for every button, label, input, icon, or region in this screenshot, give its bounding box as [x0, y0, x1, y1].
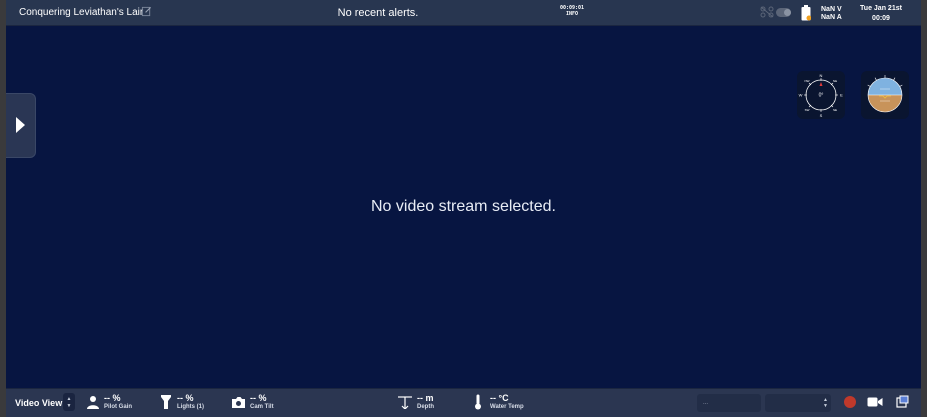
lights-widget[interactable]: -- % Lights (1) [177, 394, 204, 411]
pilot-gain-label: Pilot Gain [104, 404, 133, 410]
stream-select[interactable]: ... [697, 394, 761, 412]
log-level: INFO [565, 11, 579, 17]
clock: Tue Jan 21st 00:09 [856, 4, 906, 24]
chevron-down-icon: ▼ [823, 403, 828, 409]
chevron-right-icon [16, 117, 25, 133]
top-bar: Conquering Leviathan's Lair No recent al… [6, 0, 921, 26]
compass-w: W [799, 93, 803, 98]
cam-tilt-label: Cam Tilt [250, 404, 274, 410]
attitude-indicator-icon [867, 75, 903, 113]
chevron-down-icon: ▼ [66, 403, 72, 409]
view-selector-label[interactable]: Video View [15, 398, 62, 408]
record-button[interactable] [844, 396, 856, 408]
no-video-message: No video stream selected. [371, 198, 556, 215]
water-temp-value: -- °C [490, 393, 509, 403]
view-selector-stepper[interactable]: ▲ ▼ [63, 393, 75, 411]
flashlight-icon [161, 395, 171, 409]
pilot-gain-widget[interactable]: -- % Pilot Gain [104, 394, 132, 411]
battery-icon [801, 5, 811, 21]
log-widget[interactable]: 00:09:01 INFO [554, 5, 590, 17]
attitude-indicator-widget[interactable] [861, 71, 909, 119]
water-temp-label: Water Temp [490, 404, 524, 410]
camera-tilt-icon [232, 397, 245, 408]
depth-widget[interactable]: -- m Depth [417, 394, 434, 411]
compass-n: N [820, 73, 823, 78]
video-camera-icon[interactable] [867, 396, 883, 408]
thermometer-icon [475, 394, 481, 410]
lights-label: Lights (1) [177, 404, 204, 410]
water-temp-widget[interactable]: -- °C Water Temp [490, 394, 524, 411]
compass-e: E [840, 93, 843, 98]
cam-tilt-widget[interactable]: -- % Cam Tilt [250, 394, 274, 411]
depth-value: -- m [417, 393, 434, 403]
compass-se: SE [833, 108, 837, 112]
main-window: Conquering Leviathan's Lair No recent al… [6, 0, 921, 417]
bottom-bar: Video View ▲ ▼ -- % Pilot Gain -- % Ligh… [6, 388, 921, 417]
compass-s: S [820, 113, 823, 118]
vehicle-disconnected-icon [760, 6, 774, 18]
popout-window-icon[interactable] [896, 395, 909, 408]
sidebar-toggle-button[interactable] [6, 93, 36, 158]
profile-select[interactable]: ▲ ▼ [765, 394, 831, 412]
pilot-gain-value: -- % [104, 393, 121, 403]
compass-widget[interactable]: N S E W NE NW SE SW 0° [797, 71, 845, 119]
cam-tilt-value: -- % [250, 393, 267, 403]
chevron-up-icon: ▲ [66, 396, 72, 402]
alerts-text[interactable]: No recent alerts. [6, 7, 750, 19]
compass-icon: N S E W NE NW SE SW 0° [799, 73, 844, 118]
pilot-icon [87, 396, 99, 409]
compass-nw: NW [805, 79, 810, 83]
compass-ne: NE [833, 79, 837, 83]
lights-value: -- % [177, 393, 194, 403]
compass-sw: SW [805, 108, 810, 112]
heading-readout: 0° [819, 93, 824, 99]
clock-time: 00:09 [872, 15, 890, 22]
current-value: NaN A [821, 14, 842, 21]
depth-label: Depth [417, 404, 434, 410]
clock-date: Tue Jan 21st [860, 5, 902, 12]
depth-icon [398, 396, 412, 409]
battery-readout: NaN V NaN A [821, 6, 842, 22]
arm-toggle-icon[interactable] [776, 8, 791, 17]
voltage-value: NaN V [821, 6, 842, 13]
